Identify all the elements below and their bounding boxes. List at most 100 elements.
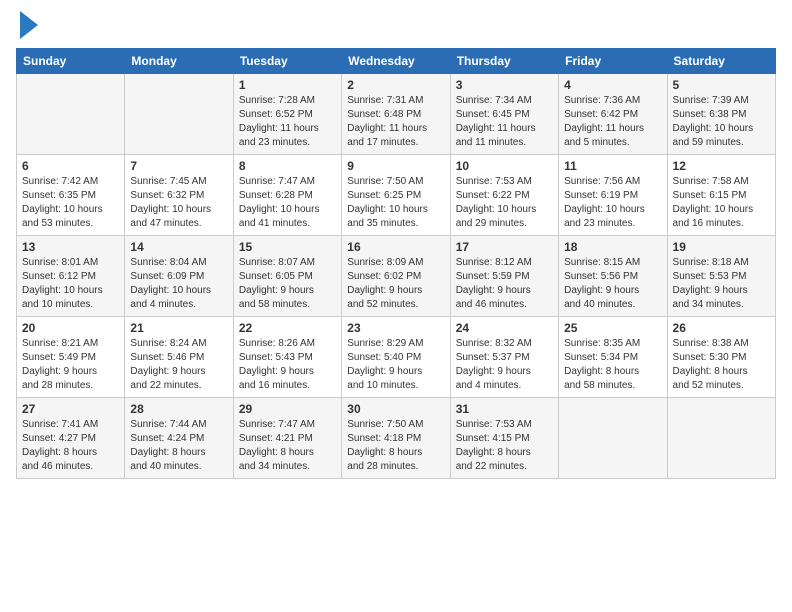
calendar-cell: 30Sunrise: 7:50 AM Sunset: 4:18 PM Dayli… bbox=[342, 398, 450, 479]
day-info: Sunrise: 7:31 AM Sunset: 6:48 PM Dayligh… bbox=[347, 94, 444, 150]
day-info: Sunrise: 7:28 AM Sunset: 6:52 PM Dayligh… bbox=[239, 94, 336, 150]
day-info: Sunrise: 7:53 AM Sunset: 4:15 PM Dayligh… bbox=[456, 418, 553, 474]
calendar-cell: 7Sunrise: 7:45 AM Sunset: 6:32 PM Daylig… bbox=[125, 155, 233, 236]
calendar-cell bbox=[125, 74, 233, 155]
day-info: Sunrise: 8:09 AM Sunset: 6:02 PM Dayligh… bbox=[347, 256, 444, 312]
calendar-cell: 17 Sunrise: 8:12 AM Sunset: 5:59 PM Dayli… bbox=[450, 236, 558, 317]
calendar-cell: 9 Sunrise: 7:50 AM Sunset: 6:25 PM Daylig… bbox=[342, 155, 450, 236]
logo-arrow-icon bbox=[20, 11, 38, 39]
day-number: 12 bbox=[673, 159, 770, 173]
day-info: Sunrise: 7:36 AM Sunset: 6:42 PM Dayligh… bbox=[564, 94, 661, 150]
calendar-week-5: 27 Sunrise: 7:41 AM Sunset: 4:27 PM Dayli… bbox=[17, 398, 776, 479]
calendar-cell: 13 Sunrise: 8:01 AM Sunset: 6:12 PM Dayli… bbox=[17, 236, 125, 317]
day-info: Sunrise: 8:15 AM Sunset: 5:56 PM Dayligh… bbox=[564, 256, 661, 312]
day-info: Sunrise: 7:58 AM Sunset: 6:15 PM Dayligh… bbox=[673, 175, 770, 231]
day-number: 14 bbox=[130, 240, 227, 254]
day-info: Sunrise: 8:24 AM Sunset: 5:46 PM Dayligh… bbox=[130, 337, 227, 393]
calendar-header-row: SundayMondayTuesdayWednesdayThursdayFrid… bbox=[17, 49, 776, 74]
calendar-cell: 8 Sunrise: 7:47 AM Sunset: 6:28 PM Daylig… bbox=[233, 155, 341, 236]
calendar-cell: 22Sunrise: 8:26 AM Sunset: 5:43 PM Dayli… bbox=[233, 317, 341, 398]
day-number: 13 bbox=[22, 240, 119, 254]
header-wednesday: Wednesday bbox=[342, 49, 450, 74]
header-thursday: Thursday bbox=[450, 49, 558, 74]
header-monday: Monday bbox=[125, 49, 233, 74]
day-info: Sunrise: 8:18 AM Sunset: 5:53 PM Dayligh… bbox=[673, 256, 770, 312]
day-number: 8 bbox=[239, 159, 336, 173]
calendar-cell: 14 Sunrise: 8:04 AM Sunset: 6:09 PM Dayli… bbox=[125, 236, 233, 317]
calendar-cell bbox=[667, 398, 775, 479]
header-friday: Friday bbox=[559, 49, 667, 74]
day-number: 27 bbox=[22, 402, 119, 416]
page-header bbox=[16, 16, 776, 40]
day-info: Sunrise: 7:39 AM Sunset: 6:38 PM Dayligh… bbox=[673, 94, 770, 150]
day-info: Sunrise: 8:12 AM Sunset: 5:59 PM Dayligh… bbox=[456, 256, 553, 312]
day-info: Sunrise: 8:07 AM Sunset: 6:05 PM Dayligh… bbox=[239, 256, 336, 312]
calendar-cell: 27 Sunrise: 7:41 AM Sunset: 4:27 PM Dayli… bbox=[17, 398, 125, 479]
day-number: 10 bbox=[456, 159, 553, 173]
calendar-week-2: 6Sunrise: 7:42 AM Sunset: 6:35 PM Daylig… bbox=[17, 155, 776, 236]
calendar-cell: 18 Sunrise: 8:15 AM Sunset: 5:56 PM Dayli… bbox=[559, 236, 667, 317]
calendar-cell: 19 Sunrise: 8:18 AM Sunset: 5:53 PM Dayli… bbox=[667, 236, 775, 317]
calendar-cell bbox=[17, 74, 125, 155]
day-number: 28 bbox=[130, 402, 227, 416]
calendar-cell: 25 Sunrise: 8:35 AM Sunset: 5:34 PM Dayli… bbox=[559, 317, 667, 398]
calendar-cell: 12 Sunrise: 7:58 AM Sunset: 6:15 PM Dayli… bbox=[667, 155, 775, 236]
day-info: Sunrise: 8:01 AM Sunset: 6:12 PM Dayligh… bbox=[22, 256, 119, 312]
calendar-cell: 29Sunrise: 7:47 AM Sunset: 4:21 PM Dayli… bbox=[233, 398, 341, 479]
day-info: Sunrise: 7:53 AM Sunset: 6:22 PM Dayligh… bbox=[456, 175, 553, 231]
calendar-cell: 16Sunrise: 8:09 AM Sunset: 6:02 PM Dayli… bbox=[342, 236, 450, 317]
day-info: Sunrise: 8:29 AM Sunset: 5:40 PM Dayligh… bbox=[347, 337, 444, 393]
header-sunday: Sunday bbox=[17, 49, 125, 74]
calendar-cell bbox=[559, 398, 667, 479]
day-number: 20 bbox=[22, 321, 119, 335]
calendar-cell: 31Sunrise: 7:53 AM Sunset: 4:15 PM Dayli… bbox=[450, 398, 558, 479]
day-info: Sunrise: 7:34 AM Sunset: 6:45 PM Dayligh… bbox=[456, 94, 553, 150]
calendar-cell: 15Sunrise: 8:07 AM Sunset: 6:05 PM Dayli… bbox=[233, 236, 341, 317]
calendar-cell: 10 Sunrise: 7:53 AM Sunset: 6:22 PM Dayli… bbox=[450, 155, 558, 236]
day-info: Sunrise: 7:47 AM Sunset: 6:28 PM Dayligh… bbox=[239, 175, 336, 231]
day-number: 17 bbox=[456, 240, 553, 254]
calendar-cell: 4Sunrise: 7:36 AM Sunset: 6:42 PM Daylig… bbox=[559, 74, 667, 155]
day-number: 3 bbox=[456, 78, 553, 92]
day-number: 26 bbox=[673, 321, 770, 335]
day-info: Sunrise: 7:50 AM Sunset: 6:25 PM Dayligh… bbox=[347, 175, 444, 231]
day-number: 9 bbox=[347, 159, 444, 173]
day-number: 22 bbox=[239, 321, 336, 335]
calendar-cell: 3 Sunrise: 7:34 AM Sunset: 6:45 PM Daylig… bbox=[450, 74, 558, 155]
day-info: Sunrise: 8:35 AM Sunset: 5:34 PM Dayligh… bbox=[564, 337, 661, 393]
calendar-cell: 28 Sunrise: 7:44 AM Sunset: 4:24 PM Dayli… bbox=[125, 398, 233, 479]
calendar-week-1: 1Sunrise: 7:28 AM Sunset: 6:52 PM Daylig… bbox=[17, 74, 776, 155]
calendar-body: 1Sunrise: 7:28 AM Sunset: 6:52 PM Daylig… bbox=[17, 74, 776, 479]
day-info: Sunrise: 7:50 AM Sunset: 4:18 PM Dayligh… bbox=[347, 418, 444, 474]
day-info: Sunrise: 8:04 AM Sunset: 6:09 PM Dayligh… bbox=[130, 256, 227, 312]
calendar-cell: 20 Sunrise: 8:21 AM Sunset: 5:49 PM Dayli… bbox=[17, 317, 125, 398]
calendar-table: SundayMondayTuesdayWednesdayThursdayFrid… bbox=[16, 48, 776, 479]
day-info: Sunrise: 8:38 AM Sunset: 5:30 PM Dayligh… bbox=[673, 337, 770, 393]
calendar-cell: 21 Sunrise: 8:24 AM Sunset: 5:46 PM Dayli… bbox=[125, 317, 233, 398]
day-number: 11 bbox=[564, 159, 661, 173]
day-number: 21 bbox=[130, 321, 227, 335]
calendar-cell: 24Sunrise: 8:32 AM Sunset: 5:37 PM Dayli… bbox=[450, 317, 558, 398]
day-info: Sunrise: 7:47 AM Sunset: 4:21 PM Dayligh… bbox=[239, 418, 336, 474]
calendar-cell: 5Sunrise: 7:39 AM Sunset: 6:38 PM Daylig… bbox=[667, 74, 775, 155]
day-info: Sunrise: 7:56 AM Sunset: 6:19 PM Dayligh… bbox=[564, 175, 661, 231]
header-saturday: Saturday bbox=[667, 49, 775, 74]
day-number: 19 bbox=[673, 240, 770, 254]
calendar-cell: 11 Sunrise: 7:56 AM Sunset: 6:19 PM Dayli… bbox=[559, 155, 667, 236]
calendar-cell: 26 Sunrise: 8:38 AM Sunset: 5:30 PM Dayli… bbox=[667, 317, 775, 398]
calendar-cell: 23 Sunrise: 8:29 AM Sunset: 5:40 PM Dayli… bbox=[342, 317, 450, 398]
day-info: Sunrise: 8:21 AM Sunset: 5:49 PM Dayligh… bbox=[22, 337, 119, 393]
calendar-week-3: 13 Sunrise: 8:01 AM Sunset: 6:12 PM Dayli… bbox=[17, 236, 776, 317]
logo bbox=[16, 16, 38, 40]
day-info: Sunrise: 8:32 AM Sunset: 5:37 PM Dayligh… bbox=[456, 337, 553, 393]
day-number: 7 bbox=[130, 159, 227, 173]
day-info: Sunrise: 7:44 AM Sunset: 4:24 PM Dayligh… bbox=[130, 418, 227, 474]
header-tuesday: Tuesday bbox=[233, 49, 341, 74]
calendar-cell: 6Sunrise: 7:42 AM Sunset: 6:35 PM Daylig… bbox=[17, 155, 125, 236]
day-number: 18 bbox=[564, 240, 661, 254]
day-info: Sunrise: 7:41 AM Sunset: 4:27 PM Dayligh… bbox=[22, 418, 119, 474]
day-info: Sunrise: 7:42 AM Sunset: 6:35 PM Dayligh… bbox=[22, 175, 119, 231]
day-number: 23 bbox=[347, 321, 444, 335]
day-number: 25 bbox=[564, 321, 661, 335]
calendar-cell: 2Sunrise: 7:31 AM Sunset: 6:48 PM Daylig… bbox=[342, 74, 450, 155]
